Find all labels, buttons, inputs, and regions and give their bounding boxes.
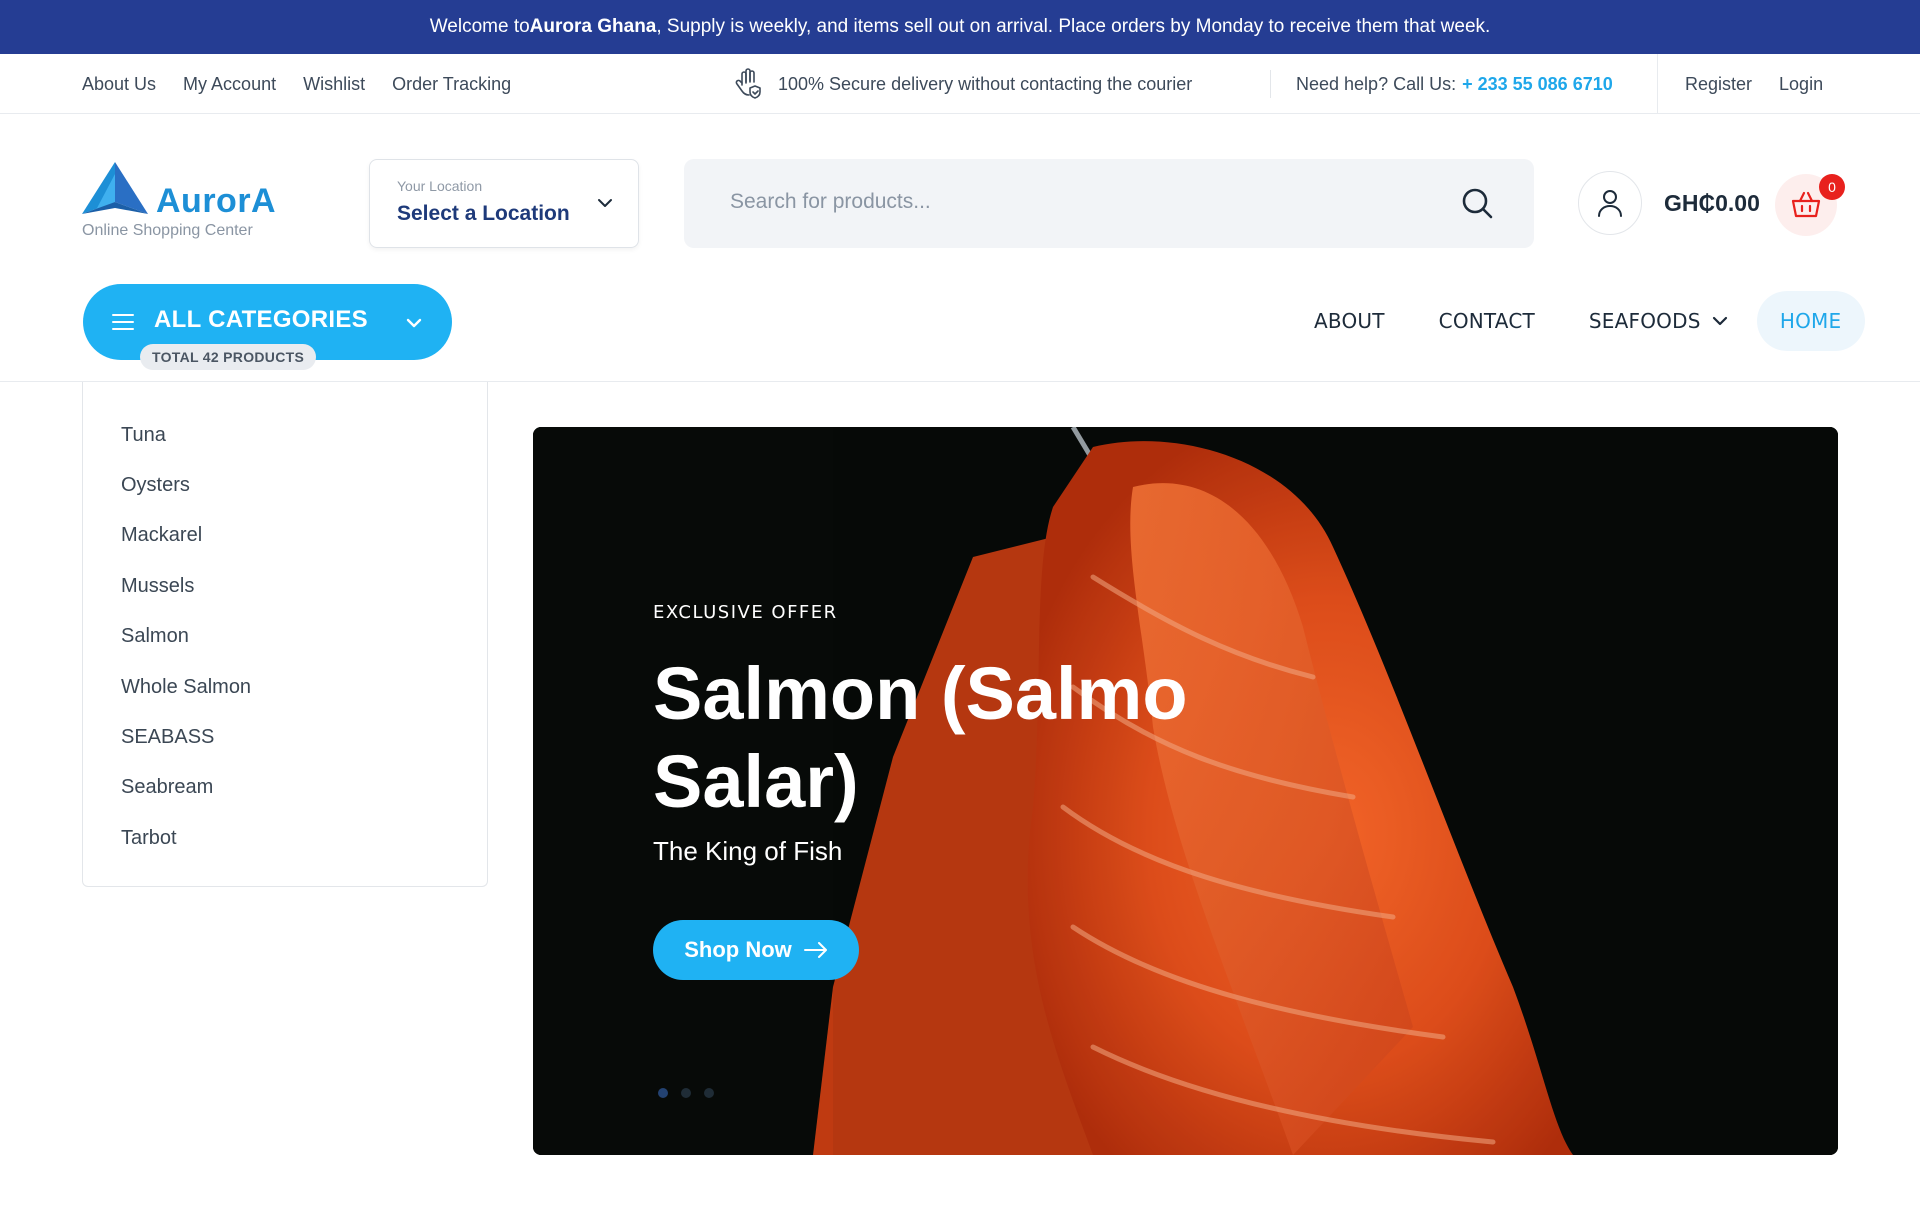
nav-about[interactable]: ABOUT	[1314, 309, 1385, 333]
category-item-mussels[interactable]: Mussels	[83, 561, 487, 611]
chevron-down-icon	[598, 199, 612, 207]
all-categories-label: ALL CATEGORIES	[154, 306, 368, 333]
category-item-tuna[interactable]: Tuna	[83, 410, 487, 460]
link-about-us[interactable]: About Us	[82, 74, 156, 95]
announcement-suffix: , Supply is weekly, and items sell out o…	[656, 16, 1491, 37]
link-wishlist[interactable]: Wishlist	[303, 74, 365, 95]
hero-eyebrow: EXCLUSIVE OFFER	[653, 602, 838, 623]
shop-now-button[interactable]: Shop Now	[653, 920, 859, 980]
nav-home[interactable]: HOME	[1756, 291, 1865, 351]
register-link[interactable]: Register	[1685, 74, 1752, 95]
category-item-seabream[interactable]: Seabream	[83, 763, 487, 813]
logo-tagline: Online Shopping Center	[82, 222, 253, 239]
slider-dot[interactable]	[681, 1088, 691, 1098]
location-label: Your Location	[397, 178, 483, 194]
nav-about-label: ABOUT	[1314, 309, 1385, 333]
location-selector[interactable]: Your Location Select a Location	[369, 159, 639, 248]
menu-icon	[112, 314, 134, 330]
location-value: Select a Location	[397, 202, 570, 225]
arrow-right-icon	[803, 942, 827, 958]
auth-links: Register Login	[1685, 54, 1823, 114]
phone-link[interactable]: + 233 55 086 6710	[1462, 74, 1613, 95]
logo-mark-icon	[82, 162, 148, 214]
cart-count-badge: 0	[1819, 174, 1845, 200]
nav-contact-label: CONTACT	[1438, 309, 1535, 333]
announcement-bar: Welcome to Aurora Ghana, Supply is weekl…	[0, 0, 1920, 54]
top-links: About Us My Account Wishlist Order Track…	[82, 54, 511, 114]
announcement-brand: Aurora Ghana	[529, 16, 657, 37]
category-item-tarbot[interactable]: Tarbot	[83, 813, 487, 863]
login-link[interactable]: Login	[1779, 74, 1823, 95]
hand-shield-icon	[735, 68, 761, 99]
link-order-tracking[interactable]: Order Tracking	[392, 74, 511, 95]
nav-seafoods-label: SEAFOODS	[1588, 309, 1701, 333]
search-icon[interactable]	[1460, 186, 1494, 220]
announcement-prefix: Welcome to	[429, 16, 530, 37]
category-item-salmon[interactable]: Salmon	[83, 612, 487, 662]
nav-seafoods[interactable]: SEAFOODS	[1589, 309, 1729, 333]
slider-dots	[658, 1088, 714, 1098]
account-button[interactable]	[1578, 171, 1642, 235]
search-input[interactable]: Search for products...	[730, 190, 931, 214]
logo[interactable]: AurorA Online Shopping Center	[82, 160, 282, 244]
help-contact: Need help? Call Us: + 233 55 086 6710	[1296, 54, 1613, 114]
search-bar[interactable]: Search for products...	[684, 159, 1534, 248]
divider	[1270, 70, 1271, 98]
slider-dot[interactable]	[658, 1088, 668, 1098]
hero-slider: EXCLUSIVE OFFER Salmon (Salmo Salar) The…	[533, 427, 1838, 1155]
chevron-down-icon	[406, 318, 422, 328]
logo-brand: AurorA	[156, 182, 277, 220]
category-sidebar: Tuna Oysters Mackarel Mussels Salmon Who…	[82, 382, 488, 887]
top-links-bar: About Us My Account Wishlist Order Track…	[0, 54, 1920, 114]
category-item-seabass[interactable]: SEABASS	[83, 712, 487, 762]
secure-delivery-text: 100% Secure delivery without contacting …	[778, 73, 1193, 94]
cart-total[interactable]: GH₵0.00	[1664, 190, 1760, 217]
shop-now-label: Shop Now	[684, 937, 792, 962]
divider	[1657, 54, 1658, 114]
chevron-down-icon	[1712, 316, 1727, 326]
main-nav: ABOUT CONTACT SEAFOODS HOME	[1300, 291, 1865, 351]
basket-icon	[1791, 191, 1821, 218]
category-item-mackarel[interactable]: Mackarel	[83, 511, 487, 561]
total-products-badge: TOTAL 42 PRODUCTS	[140, 344, 317, 370]
secure-delivery-notice: 100% Secure delivery without contacting …	[734, 54, 1192, 114]
category-item-oysters[interactable]: Oysters	[83, 460, 487, 510]
hero-subtitle: The King of Fish	[653, 836, 843, 866]
user-icon	[1598, 190, 1622, 217]
help-label: Need help? Call Us:	[1296, 73, 1457, 94]
slider-dot[interactable]	[704, 1088, 714, 1098]
category-item-whole-salmon[interactable]: Whole Salmon	[83, 662, 487, 712]
nav-contact[interactable]: CONTACT	[1439, 309, 1535, 333]
hero-title: Salmon (Salmo Salar)	[653, 652, 1188, 823]
link-my-account[interactable]: My Account	[183, 74, 276, 95]
